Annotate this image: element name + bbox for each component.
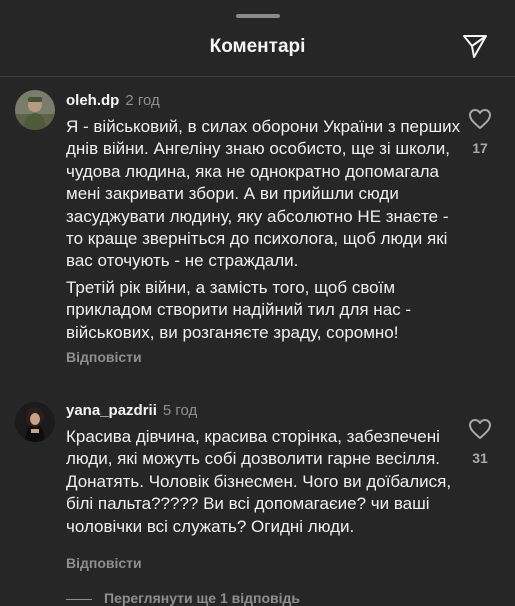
send-icon[interactable] <box>461 32 489 60</box>
comment-paragraph: Третій рік війни, а замість того, щоб св… <box>66 277 412 342</box>
comment-time: 2 год <box>125 92 160 109</box>
drag-handle[interactable] <box>236 14 280 18</box>
comment-meta: yana_pazdrii 5 год <box>66 402 197 419</box>
heart-icon[interactable] <box>468 418 492 440</box>
comment-text: Красива дівчина, красива сторінка, забез… <box>66 426 464 538</box>
like-count: 31 <box>472 450 488 466</box>
header-divider <box>0 76 515 77</box>
comment-time: 5 год <box>162 402 198 419</box>
heart-icon[interactable] <box>468 108 492 130</box>
comment-paragraph: Я - військовий, в силах оборони України … <box>66 117 461 271</box>
comment-author[interactable]: yana_pazdrii <box>66 402 157 419</box>
view-replies-button[interactable]: Переглянути ще 1 відповідь <box>66 590 300 606</box>
reply-button[interactable]: Відповісти <box>66 555 142 571</box>
avatar[interactable] <box>15 90 55 130</box>
comments-header: Коментарі <box>0 30 515 64</box>
comment-author[interactable]: oleh.dp <box>66 92 119 109</box>
reply-button[interactable]: Відповісти <box>66 349 142 365</box>
comment-text: Я - військовий, в силах оборони України … <box>66 116 464 344</box>
page-title: Коментарі <box>209 36 306 57</box>
avatar[interactable] <box>15 402 55 442</box>
comment-meta: oleh.dp 2 год <box>66 92 160 109</box>
like-count: 17 <box>472 140 488 156</box>
comment-paragraph: Красива дівчина, красива сторінка, забез… <box>66 427 452 536</box>
view-replies-label: Переглянути ще 1 відповідь <box>104 590 301 606</box>
